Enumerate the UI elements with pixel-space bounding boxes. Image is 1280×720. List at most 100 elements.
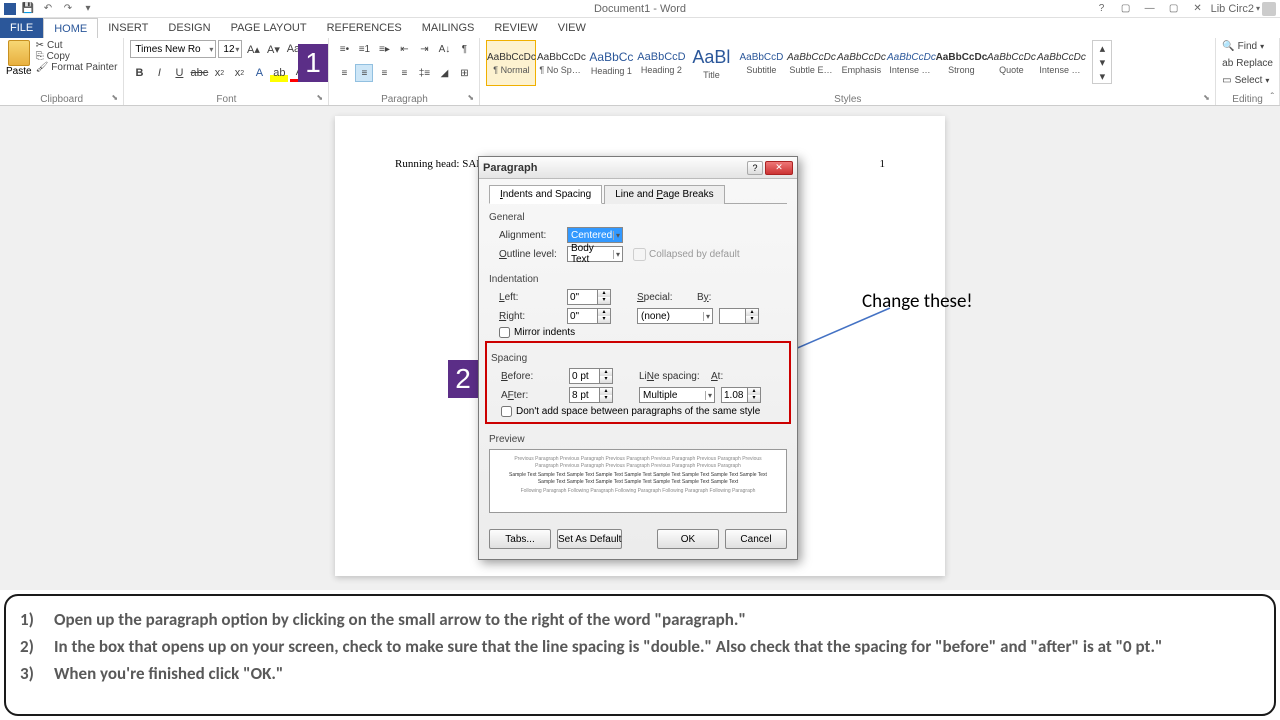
font-size-combo[interactable]: 12 — [218, 40, 242, 58]
grow-font-icon[interactable]: A▴ — [244, 40, 262, 58]
left-spinner[interactable]: ▴▾ — [567, 289, 611, 305]
style---no-spac---[interactable]: AaBbCcDc¶ No Spac... — [536, 40, 586, 86]
subscript-button[interactable]: x2 — [210, 64, 228, 82]
styles-label: Styles — [486, 93, 1209, 105]
copy-button[interactable]: ⎘Copy — [36, 51, 118, 62]
paragraph-launcher-icon[interactable]: ⬊ — [467, 93, 477, 103]
font-name-combo[interactable]: Times New Ro — [130, 40, 216, 58]
close-icon[interactable]: ✕ — [1187, 2, 1209, 16]
paste-button[interactable]: Paste — [6, 66, 32, 77]
increase-indent-icon[interactable]: ⇥ — [415, 40, 433, 58]
dont-add-space-checkbox[interactable] — [501, 406, 512, 417]
at-spinner[interactable]: ▴▾ — [721, 387, 761, 403]
save-icon[interactable]: 💾 — [20, 2, 36, 16]
dialog-titlebar[interactable]: Paragraph ? ✕ — [479, 157, 797, 179]
superscript-button[interactable]: x2 — [230, 64, 248, 82]
styles-down-icon[interactable]: ▾ — [1093, 55, 1111, 69]
styles-up-icon[interactable]: ▴ — [1093, 41, 1111, 55]
shrink-font-icon[interactable]: A▾ — [264, 40, 282, 58]
style---normal[interactable]: AaBbCcDc¶ Normal — [486, 40, 536, 86]
line-spacing-combo[interactable]: Multiple — [639, 387, 715, 403]
instruction-2: In the box that opens up on your screen,… — [54, 633, 1260, 660]
alignment-combo[interactable]: Centered — [567, 227, 623, 243]
justify-icon[interactable]: ≡ — [395, 64, 413, 82]
style-subtle-em---[interactable]: AaBbCcDcSubtle Em... — [786, 40, 836, 86]
format-painter-button[interactable]: 🖌Format Painter — [36, 62, 118, 73]
align-center-icon[interactable]: ≡ — [355, 64, 373, 82]
align-right-icon[interactable]: ≡ — [375, 64, 393, 82]
restore-icon[interactable]: ▢ — [1163, 2, 1185, 16]
line-spacing-icon[interactable]: ‡≡ — [415, 64, 433, 82]
style-intense-q---[interactable]: AaBbCcDcIntense Q... — [1036, 40, 1086, 86]
font-launcher-icon[interactable]: ⬊ — [316, 93, 326, 103]
style-quote[interactable]: AaBbCcDcQuote — [986, 40, 1036, 86]
undo-icon[interactable]: ↶ — [40, 2, 56, 16]
dialog-close-icon[interactable]: ✕ — [765, 161, 793, 175]
text-effects-icon[interactable]: A — [250, 64, 268, 82]
style-strong[interactable]: AaBbCcDcStrong — [936, 40, 986, 86]
mirror-checkbox[interactable] — [499, 327, 510, 338]
collapse-ribbon-icon[interactable]: ˆ — [1271, 92, 1274, 103]
tab-design[interactable]: DESIGN — [158, 18, 220, 38]
before-spinner[interactable]: ▴▾ — [569, 368, 613, 384]
style-emphasis[interactable]: AaBbCcDcEmphasis — [836, 40, 886, 86]
tabs-button[interactable]: Tabs... — [489, 529, 551, 549]
special-combo[interactable]: (none) — [637, 308, 713, 324]
cut-button[interactable]: ✂Cut — [36, 40, 118, 51]
by-spinner[interactable]: ▴▾ — [719, 308, 759, 324]
right-spinner[interactable]: ▴▾ — [567, 308, 611, 324]
sort-icon[interactable]: A↓ — [435, 40, 453, 58]
clipboard-launcher-icon[interactable]: ⬊ — [111, 93, 121, 103]
borders-icon[interactable]: ⊞ — [455, 64, 473, 82]
strikethrough-button[interactable]: abc — [190, 64, 208, 82]
tab-page-layout[interactable]: PAGE LAYOUT — [221, 18, 317, 38]
tab-insert[interactable]: INSERT — [98, 18, 158, 38]
tab-review[interactable]: REVIEW — [484, 18, 547, 38]
numbering-icon[interactable]: ≡1 — [355, 40, 373, 58]
section-preview: Preview — [489, 434, 787, 445]
tab-indents-spacing[interactable]: IIndents and Spacingndents and Spacing — [489, 185, 602, 204]
after-label: AFter: — [501, 390, 569, 401]
bold-button[interactable]: B — [130, 64, 148, 82]
underline-button[interactable]: U — [170, 64, 188, 82]
italic-button[interactable]: I — [150, 64, 168, 82]
decrease-indent-icon[interactable]: ⇤ — [395, 40, 413, 58]
after-spinner[interactable]: ▴▾ — [569, 387, 613, 403]
paragraph-label: Paragraph — [335, 93, 473, 105]
tab-mailings[interactable]: MAILINGS — [412, 18, 485, 38]
cancel-button[interactable]: Cancel — [725, 529, 787, 549]
ok-button[interactable]: OK — [657, 529, 719, 549]
dialog-help-icon[interactable]: ? — [747, 161, 763, 175]
redo-icon[interactable]: ↷ — [60, 2, 76, 16]
style-heading-2[interactable]: AaBbCcDHeading 2 — [636, 40, 686, 86]
style-title[interactable]: AaBlTitle — [686, 40, 736, 86]
find-button[interactable]: 🔍Find▾ — [1222, 40, 1264, 53]
highlight-icon[interactable]: ab — [270, 64, 288, 82]
tab-view[interactable]: VIEW — [548, 18, 596, 38]
qat-customize-icon[interactable]: ▾ — [80, 2, 96, 16]
paste-icon[interactable] — [8, 40, 30, 66]
tab-references[interactable]: REFERENCES — [317, 18, 412, 38]
help-icon[interactable]: ? — [1091, 2, 1113, 16]
set-default-button[interactable]: Set As Default — [557, 529, 622, 549]
tab-home[interactable]: HOME — [43, 18, 98, 38]
ribbon-display-icon[interactable]: ▢ — [1115, 2, 1137, 16]
minimize-icon[interactable]: — — [1139, 2, 1161, 16]
show-marks-icon[interactable]: ¶ — [455, 40, 473, 58]
replace-button[interactable]: abReplace — [1222, 57, 1273, 70]
multilevel-icon[interactable]: ≡▸ — [375, 40, 393, 58]
align-left-icon[interactable]: ≡ — [335, 64, 353, 82]
styles-launcher-icon[interactable]: ⬊ — [1203, 93, 1213, 103]
tab-file[interactable]: FILE — [0, 18, 43, 38]
style-heading-1[interactable]: AaBbCcHeading 1 — [586, 40, 636, 86]
styles-more-icon[interactable]: ▾ — [1093, 69, 1111, 83]
style-subtitle[interactable]: AaBbCcDSubtitle — [736, 40, 786, 86]
shading-icon[interactable]: ◢ — [435, 64, 453, 82]
select-button[interactable]: ▭Select▾ — [1222, 74, 1269, 87]
outline-combo[interactable]: Body Text — [567, 246, 623, 262]
style-intense-e---[interactable]: AaBbCcDcIntense E... — [886, 40, 936, 86]
bullets-icon[interactable]: ≡• — [335, 40, 353, 58]
tab-line-page-breaks[interactable]: Line and Page Breaks — [604, 185, 724, 204]
avatar[interactable] — [1262, 2, 1276, 16]
user-name[interactable]: Lib Circ2 — [1211, 3, 1254, 15]
